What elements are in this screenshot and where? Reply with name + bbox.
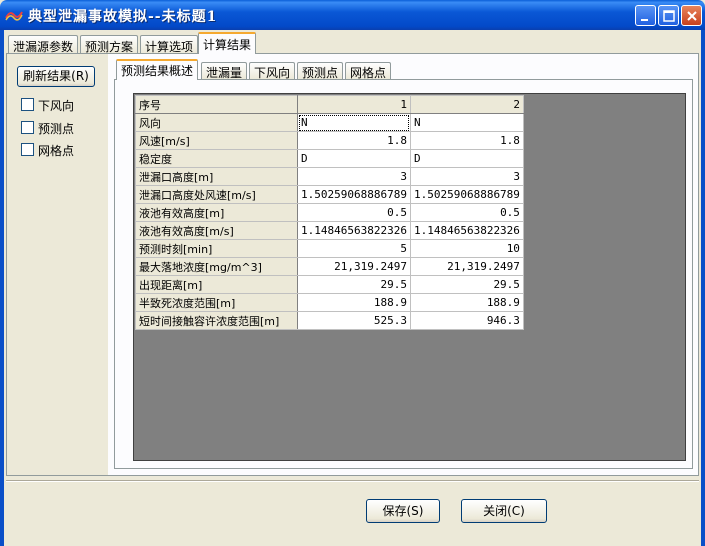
grid-cell[interactable]: D — [297, 149, 411, 168]
checkbox-forecast-point-box[interactable] — [21, 121, 34, 134]
grid-cell[interactable]: 525.3 — [297, 311, 411, 330]
tab-leak-source-params[interactable]: 泄漏源参数 — [8, 35, 79, 54]
grid-cell[interactable]: 3 — [409, 167, 524, 186]
tab-label: 下风向 — [254, 66, 291, 80]
tab-label: 计算选项 — [145, 40, 194, 54]
window-frame-right — [701, 30, 705, 546]
grid-cell[interactable]: 3 — [297, 167, 411, 186]
minimize-button[interactable] — [635, 5, 656, 26]
tab-downwind[interactable]: 下风向 — [249, 62, 296, 80]
maximize-button[interactable] — [658, 5, 679, 26]
app-logo-icon — [5, 11, 23, 21]
table-row: 稳定度 D D — [135, 149, 524, 168]
tab-forecast-point[interactable]: 预测点 — [297, 62, 344, 80]
tab-label: 泄漏量 — [206, 66, 243, 80]
grid-cell[interactable]: 5 — [297, 239, 411, 258]
window-title: 典型泄漏事故模拟--未标题1 — [28, 9, 218, 25]
tab-label: 泄漏源参数 — [13, 40, 74, 54]
table-row: 半致死浓度范围[m] 188.9 188.9 — [135, 293, 524, 312]
table-row: 最大落地浓度[mg/m^3] 21,319.2497 21,319.2497 — [135, 257, 524, 276]
tab-label: 预测点 — [302, 66, 339, 80]
grid-header-row: 序号 1 2 — [135, 95, 524, 114]
tab-label: 计算结果 — [203, 38, 252, 52]
row-label: 出现距离[m] — [135, 275, 298, 294]
grid-col-header[interactable]: 2 — [409, 95, 524, 114]
close-window-button[interactable] — [681, 5, 702, 26]
save-button[interactable]: 保存(S) — [366, 499, 440, 523]
grid-cell[interactable]: 21,319.2497 — [409, 257, 524, 276]
table-row: 出现距离[m] 29.5 29.5 — [135, 275, 524, 294]
grid-cell[interactable]: N — [409, 113, 524, 132]
maximize-icon — [663, 10, 675, 22]
table-row: 预测时刻[min] 5 10 — [135, 239, 524, 258]
grid-cell[interactable]: 0.5 — [297, 203, 411, 222]
bottom-separator — [6, 480, 699, 482]
window-frame-left — [0, 30, 4, 546]
checkbox-label: 下风向 — [38, 99, 75, 113]
grid-cell[interactable]: 946.3 — [409, 311, 524, 330]
tab-calc-options[interactable]: 计算选项 — [140, 35, 199, 54]
grid-cell[interactable]: 29.5 — [297, 275, 411, 294]
tab-label: 预测方案 — [85, 40, 134, 54]
tab-calc-results[interactable]: 计算结果 — [198, 32, 257, 54]
grid-cell[interactable]: 1.50259068886789 — [409, 185, 524, 204]
row-label: 液池有效高度[m] — [135, 203, 298, 222]
grid-cell[interactable]: 1.8 — [409, 131, 524, 150]
checkbox-grid-point-box[interactable] — [21, 143, 34, 156]
grid-cell[interactable]: 188.9 — [409, 293, 524, 312]
row-label: 泄漏口高度处风速[m/s] — [135, 185, 298, 204]
grid-cell[interactable]: 1.50259068886789 — [297, 185, 411, 204]
grid-cell[interactable]: 1.14846563822326 — [409, 221, 524, 240]
row-label: 液池有效高度[m/s] — [135, 221, 298, 240]
table-row: 短时间接触容许浓度范围[m] 525.3 946.3 — [135, 311, 524, 330]
table-row: 风向 N N — [135, 113, 524, 132]
tab-label: 预测结果概述 — [121, 64, 194, 78]
grid-cell[interactable]: 21,319.2497 — [297, 257, 411, 276]
table-row: 液池有效高度[m/s] 1.14846563822326 1.148465638… — [135, 221, 524, 240]
table-row: 泄漏口高度[m] 3 3 — [135, 167, 524, 186]
grid-cell[interactable]: 1.8 — [297, 131, 411, 150]
grid-cell[interactable]: 188.9 — [297, 293, 411, 312]
grid-col-header[interactable]: 1 — [297, 95, 411, 114]
close-icon — [687, 11, 697, 21]
row-label: 风速[m/s] — [135, 131, 298, 150]
grid-cell[interactable]: 0.5 — [409, 203, 524, 222]
grid-cell[interactable]: D — [409, 149, 524, 168]
title-bar[interactable]: 典型泄漏事故模拟--未标题1 — [0, 0, 705, 30]
checkbox-downwind-box[interactable] — [21, 98, 34, 111]
refresh-results-button[interactable]: 刷新结果(R) — [17, 66, 95, 87]
row-label: 短时间接触容许浓度范围[m] — [135, 311, 298, 330]
results-grid[interactable]: 序号 1 2 风向 N N 风速[m/s] 1.8 1.8 稳定度 D D 泄漏… — [135, 95, 524, 330]
tab-forecast-plan[interactable]: 预测方案 — [80, 35, 139, 54]
close-button[interactable]: 关闭(C) — [461, 499, 547, 523]
minimize-icon — [641, 19, 648, 21]
row-label: 稳定度 — [135, 149, 298, 168]
grid-cell[interactable]: 1.14846563822326 — [297, 221, 411, 240]
grid-cell[interactable]: 29.5 — [409, 275, 524, 294]
grid-cell[interactable]: N — [297, 113, 411, 132]
checkbox-label: 网格点 — [38, 144, 75, 158]
row-label: 预测时刻[min] — [135, 239, 298, 258]
table-row: 泄漏口高度处风速[m/s] 1.50259068886789 1.5025906… — [135, 185, 524, 204]
row-label: 半致死浓度范围[m] — [135, 293, 298, 312]
row-label: 泄漏口高度[m] — [135, 167, 298, 186]
tab-leak-amount[interactable]: 泄漏量 — [201, 62, 248, 80]
checkbox-label: 预测点 — [38, 122, 75, 136]
table-row: 风速[m/s] 1.8 1.8 — [135, 131, 524, 150]
row-label: 风向 — [135, 113, 298, 132]
tab-label: 网格点 — [350, 66, 387, 80]
left-options-panel — [7, 54, 108, 475]
grid-cell[interactable]: 10 — [409, 239, 524, 258]
tab-result-overview[interactable]: 预测结果概述 — [116, 59, 199, 80]
table-row: 液池有效高度[m] 0.5 0.5 — [135, 203, 524, 222]
tab-grid-point[interactable]: 网格点 — [345, 62, 392, 80]
grid-header-label: 序号 — [135, 95, 298, 114]
row-label: 最大落地浓度[mg/m^3] — [135, 257, 298, 276]
